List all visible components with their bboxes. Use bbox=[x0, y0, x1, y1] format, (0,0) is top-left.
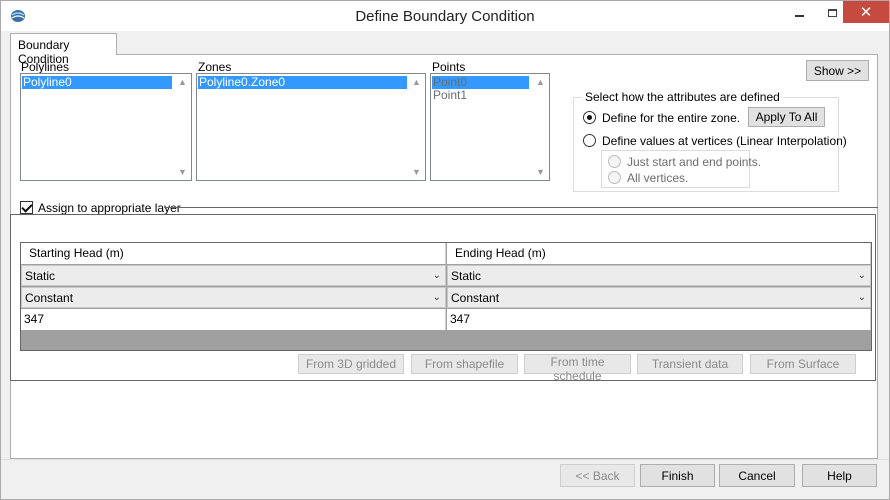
tab-boundary-condition[interactable]: Boundary Condition bbox=[10, 33, 117, 66]
point-item[interactable]: Point1 bbox=[432, 89, 529, 102]
column-header-ending-head[interactable]: Ending Head (m) bbox=[447, 243, 871, 264]
vertices-label: Define values at vertices (Linear Interp… bbox=[602, 134, 847, 148]
points-list[interactable]: Point0 Point1 ▲ ▼ bbox=[430, 73, 550, 181]
combo-value: Static bbox=[25, 269, 56, 283]
column-header-starting-head[interactable]: Starting Head (m) bbox=[21, 243, 446, 264]
boundary-grid: Starting Head (m) Ending Head (m) Static… bbox=[20, 242, 872, 351]
close-icon: ✕ bbox=[859, 3, 873, 21]
starting-head-mode-combo[interactable]: Constant ⌄ bbox=[21, 287, 446, 308]
combo-value: Constant bbox=[451, 291, 500, 305]
starting-head-value-cell[interactable]: 347 bbox=[21, 309, 446, 330]
assign-layer-label: Assign to appropriate layer bbox=[38, 201, 181, 215]
ending-head-type-combo[interactable]: Static ⌄ bbox=[447, 265, 871, 286]
ending-head-value-cell[interactable]: 347 bbox=[447, 309, 871, 330]
combo-value: Static bbox=[451, 269, 482, 283]
entire-zone-label: Define for the entire zone. bbox=[602, 111, 741, 125]
apply-to-all-button[interactable]: Apply To All bbox=[748, 107, 825, 127]
entire-zone-radio[interactable] bbox=[583, 111, 596, 124]
chevron-down-icon[interactable]: ⌄ bbox=[858, 266, 866, 285]
starting-head-type-combo[interactable]: Static ⌄ bbox=[21, 265, 446, 286]
transient-data-button[interactable]: Transient data bbox=[637, 354, 743, 374]
ending-head-mode-combo[interactable]: Constant ⌄ bbox=[447, 287, 871, 308]
finish-button[interactable]: Finish bbox=[640, 464, 715, 487]
title-bar: Define Boundary Condition ✕ bbox=[1, 1, 889, 31]
scroll-up-icon[interactable]: ▲ bbox=[536, 77, 545, 87]
polylines-scrollbar[interactable]: ▲ ▼ bbox=[174, 74, 191, 180]
scroll-down-icon[interactable]: ▼ bbox=[178, 167, 187, 177]
zones-scrollbar[interactable]: ▲ ▼ bbox=[408, 74, 425, 180]
window-title: Define Boundary Condition bbox=[355, 8, 535, 25]
all-vertices-label: All vertices. bbox=[627, 171, 689, 185]
scroll-up-icon[interactable]: ▲ bbox=[178, 77, 187, 87]
combo-value: Constant bbox=[25, 291, 74, 305]
back-button[interactable]: << Back bbox=[560, 464, 635, 487]
dialog-window: Define Boundary Condition ✕ Boundary Con… bbox=[0, 0, 890, 500]
chevron-down-icon[interactable]: ⌄ bbox=[858, 288, 866, 307]
divider bbox=[164, 207, 878, 208]
start-end-radio[interactable] bbox=[608, 155, 621, 168]
vertices-radio[interactable] bbox=[583, 134, 596, 147]
zones-list[interactable]: Polyline0.Zone0 ▲ ▼ bbox=[196, 73, 426, 181]
polylines-list[interactable]: Polyline0 ▲ ▼ bbox=[20, 73, 192, 181]
from-shapefile-button[interactable]: From shapefile bbox=[411, 354, 518, 374]
start-end-label: Just start and end points. bbox=[627, 155, 762, 169]
minimize-button[interactable] bbox=[783, 1, 815, 25]
show-button[interactable]: Show >> bbox=[806, 60, 869, 81]
scroll-down-icon[interactable]: ▼ bbox=[536, 167, 545, 177]
attributes-group-title: Select how the attributes are defined bbox=[582, 90, 783, 104]
chevron-down-icon[interactable]: ⌄ bbox=[433, 266, 441, 285]
points-label: Points bbox=[432, 60, 466, 74]
zones-label: Zones bbox=[198, 60, 232, 74]
points-scrollbar[interactable]: ▲ ▼ bbox=[532, 74, 549, 180]
from-surface-button[interactable]: From Surface bbox=[750, 354, 856, 374]
chevron-down-icon[interactable]: ⌄ bbox=[433, 288, 441, 307]
minimize-icon bbox=[794, 15, 804, 17]
zone-item[interactable]: Polyline0.Zone0 bbox=[198, 76, 407, 89]
from-time-schedule-button[interactable]: From time schedule bbox=[524, 354, 631, 383]
all-vertices-radio[interactable] bbox=[608, 171, 621, 184]
polyline-item[interactable]: Polyline0 bbox=[22, 76, 172, 89]
footer-separator bbox=[1, 459, 889, 460]
maximize-icon bbox=[827, 9, 837, 17]
assign-layer-checkbox[interactable] bbox=[20, 201, 33, 214]
grid-panel: Starting Head (m) Ending Head (m) Static… bbox=[10, 214, 876, 383]
close-button[interactable]: ✕ bbox=[843, 1, 889, 23]
scroll-up-icon[interactable]: ▲ bbox=[412, 77, 421, 87]
scroll-down-icon[interactable]: ▼ bbox=[412, 167, 421, 177]
from-3d-gridded-button[interactable]: From 3D gridded bbox=[298, 354, 404, 374]
help-button[interactable]: Help bbox=[802, 464, 877, 487]
cancel-button[interactable]: Cancel bbox=[719, 464, 795, 487]
